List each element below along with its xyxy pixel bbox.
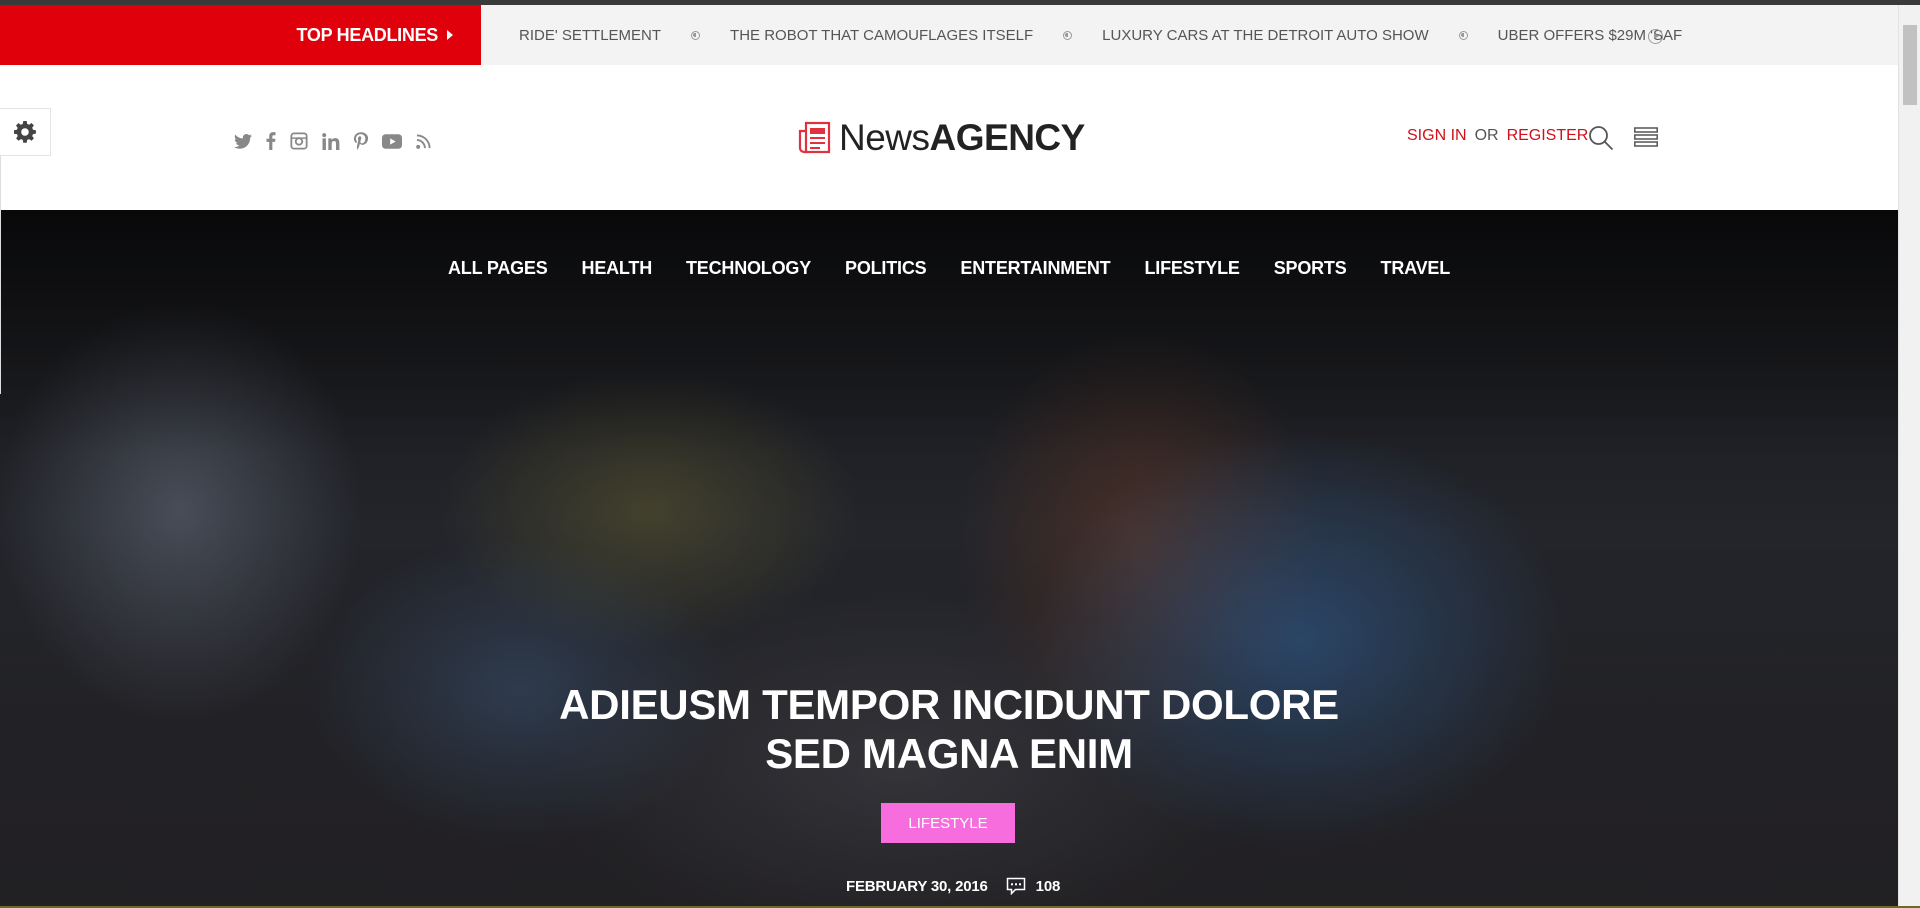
nav-item-politics[interactable]: POLITICS <box>845 258 927 279</box>
hero-headline-line-2: SED MAGNA ENIM <box>765 730 1133 777</box>
nav-item-entertainment[interactable]: ENTERTAINMENT <box>960 258 1110 279</box>
logo-text-news: News <box>839 117 930 158</box>
post-date: FEBRUARY 30, 2016 <box>846 877 988 895</box>
twitter-icon[interactable] <box>234 131 252 151</box>
hero-headline[interactable]: ADIEUSM TEMPOR INCIDUNT DOLORE SED MAGNA… <box>500 680 1398 778</box>
headlines-ticker: RIDE' SETTLEMENT THE ROBOT THAT CAMOUFLA… <box>481 5 1898 65</box>
nav-item-travel[interactable]: TRAVEL <box>1381 258 1451 279</box>
ticker-headline[interactable]: RIDE' SETTLEMENT <box>519 27 661 44</box>
page-scrollbar[interactable] <box>1898 5 1920 908</box>
ticker-separator-icon <box>1458 30 1468 40</box>
menu-button[interactable] <box>1634 127 1658 147</box>
settings-button[interactable] <box>0 108 51 156</box>
ticker-headline[interactable]: THE ROBOT THAT CAMOUFLAGES ITSELF <box>730 27 1033 44</box>
hamburger-icon <box>1634 127 1658 147</box>
category-badge[interactable]: LIFESTYLE <box>881 803 1015 843</box>
ticker-separator-icon <box>691 30 701 40</box>
ticker-headline[interactable]: LUXURY CARS AT THE DETROIT AUTO SHOW <box>1102 27 1428 44</box>
top-headlines-bar: TOP HEADLINES RIDE' SETTLEMENT THE ROBOT… <box>0 5 1898 65</box>
search-button[interactable] <box>1588 125 1614 151</box>
hero-section: ALL PAGES HEALTH TECHNOLOGY POLITICS ENT… <box>0 210 1898 908</box>
youtube-icon[interactable] <box>382 131 402 151</box>
hero-headline-line-1: ADIEUSM TEMPOR INCIDUNT DOLORE <box>559 681 1339 728</box>
register-link[interactable]: REGISTER <box>1507 127 1589 145</box>
site-header: News AGENCY SIGN IN OR REGISTER <box>0 65 1898 210</box>
top-headlines-text: TOP HEADLINES <box>296 24 439 45</box>
ticker-separator-icon <box>1063 30 1073 40</box>
nav-item-lifestyle[interactable]: LIFESTYLE <box>1144 258 1239 279</box>
pinterest-icon[interactable] <box>354 131 368 151</box>
caret-right-icon <box>447 30 453 40</box>
nav-item-health[interactable]: HEALTH <box>582 258 653 279</box>
nav-item-technology[interactable]: TECHNOLOGY <box>686 258 811 279</box>
instagram-icon[interactable] <box>290 131 308 151</box>
search-icon <box>1589 126 1614 151</box>
logo-text-agency: AGENCY <box>929 117 1086 158</box>
rss-icon[interactable] <box>416 131 431 151</box>
nav-item-all-pages[interactable]: ALL PAGES <box>448 258 548 279</box>
facebook-icon[interactable] <box>266 131 276 151</box>
gear-icon <box>14 121 36 143</box>
nav-item-sports[interactable]: SPORTS <box>1274 258 1347 279</box>
scrollbar-thumb[interactable] <box>1903 25 1917 105</box>
ticker-play-icon[interactable] <box>1648 29 1663 44</box>
comment-count[interactable]: 108 <box>1036 878 1061 895</box>
auth-links: SIGN IN OR REGISTER <box>1407 127 1588 145</box>
top-headlines-label[interactable]: TOP HEADLINES <box>0 5 481 65</box>
comment-icon <box>1006 877 1025 895</box>
post-meta: FEBRUARY 30, 2016 108 <box>846 877 1060 895</box>
settings-panel-edge <box>0 156 1 394</box>
social-links <box>234 131 445 151</box>
newspaper-logo-icon <box>798 121 831 154</box>
sign-in-link[interactable]: SIGN IN <box>1407 127 1467 145</box>
site-logo[interactable]: News AGENCY <box>798 117 1085 159</box>
linkedin-icon[interactable] <box>322 131 340 151</box>
auth-separator: OR <box>1474 127 1499 144</box>
main-nav: ALL PAGES HEALTH TECHNOLOGY POLITICS ENT… <box>0 258 1898 279</box>
